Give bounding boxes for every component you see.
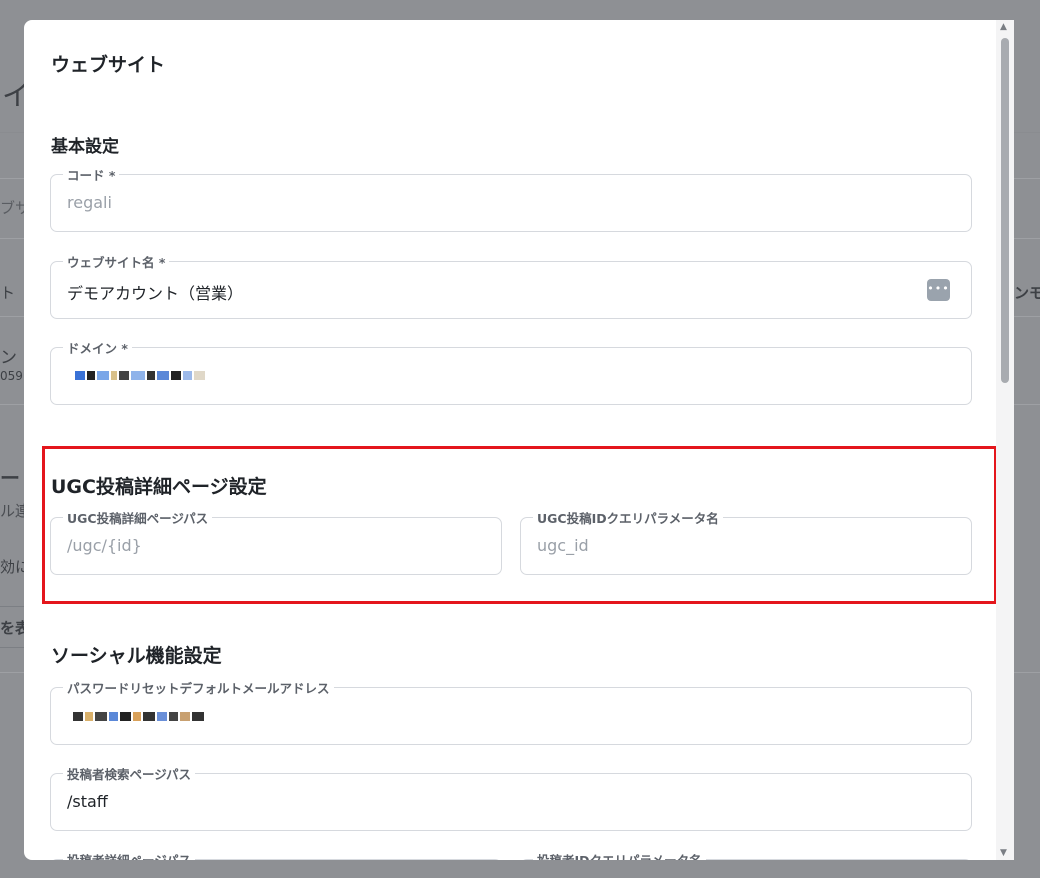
ugc-id-param-placeholder: ugc_id <box>537 536 589 555</box>
scroll-thumb[interactable] <box>1001 38 1009 383</box>
scroll-up-icon[interactable]: ▲ <box>1000 22 1007 32</box>
reset-email-value-obscured <box>73 712 204 721</box>
ugc-id-param-label: UGC投稿IDクエリパラメータ名 <box>533 508 723 527</box>
scroll-down-icon[interactable]: ▼ <box>1000 848 1007 858</box>
website-modal: ウェブサイト 基本設定 コード * regali ウェブサイト名 * デモアカウ… <box>24 20 1014 860</box>
ugc-id-param-field[interactable]: UGC投稿IDクエリパラメータ名 ugc_id <box>520 508 972 575</box>
poster-detail-path-label: 投稿者詳細ページパス <box>63 850 196 860</box>
modal-content: ウェブサイト 基本設定 コード * regali ウェブサイト名 * デモアカウ… <box>24 20 1014 860</box>
code-field[interactable]: コード * regali <box>50 165 972 232</box>
bg-fragment: ン <box>0 348 17 368</box>
reset-email-label: パスワードリセットデフォルトメールアドレス <box>63 678 334 697</box>
section-title-basic: 基本設定 <box>51 137 119 157</box>
search-path-field[interactable]: 投稿者検索ページパス /staff <box>50 764 972 831</box>
poster-id-param-field[interactable]: 投稿者IDクエリパラメータ名 <box>520 850 972 860</box>
modal-scrollbar[interactable]: ▲ ▼ <box>996 20 1014 860</box>
section-title-ugc: UGC投稿詳細ページ設定 <box>51 476 267 498</box>
code-placeholder: regali <box>67 193 112 212</box>
ugc-detail-path-field[interactable]: UGC投稿詳細ページパス /ugc/{id} <box>50 508 502 575</box>
poster-detail-path-field[interactable]: 投稿者詳細ページパス <box>50 850 502 860</box>
bg-fragment: ト <box>0 284 16 302</box>
website-name-field[interactable]: ウェブサイト名 * デモアカウント（営業） ••• <box>50 252 972 319</box>
search-path-value: /staff <box>67 792 108 811</box>
bg-fragment: ー <box>0 466 20 490</box>
more-horizontal-icon[interactable]: ••• <box>927 279 950 301</box>
domain-value-obscured <box>75 371 205 380</box>
ugc-detail-path-placeholder: /ugc/{id} <box>67 536 142 555</box>
ugc-detail-path-label: UGC投稿詳細ページパス <box>63 508 213 527</box>
bg-fragment: ンモ <box>1014 284 1040 302</box>
reset-email-field[interactable]: パスワードリセットデフォルトメールアドレス <box>50 678 972 745</box>
domain-field[interactable]: ドメイン * <box>50 338 972 405</box>
modal-title: ウェブサイト <box>51 54 166 76</box>
search-path-label: 投稿者検索ページパス <box>63 764 196 783</box>
website-name-value: デモアカウント（営業） <box>67 284 244 303</box>
poster-id-param-label: 投稿者IDクエリパラメータ名 <box>533 850 706 860</box>
domain-label: ドメイン * <box>63 338 132 357</box>
code-label: コード * <box>63 165 120 184</box>
website-name-label: ウェブサイト名 * <box>63 252 170 271</box>
section-title-social: ソーシャル機能設定 <box>51 645 222 667</box>
bg-fragment: 059 <box>0 369 23 383</box>
